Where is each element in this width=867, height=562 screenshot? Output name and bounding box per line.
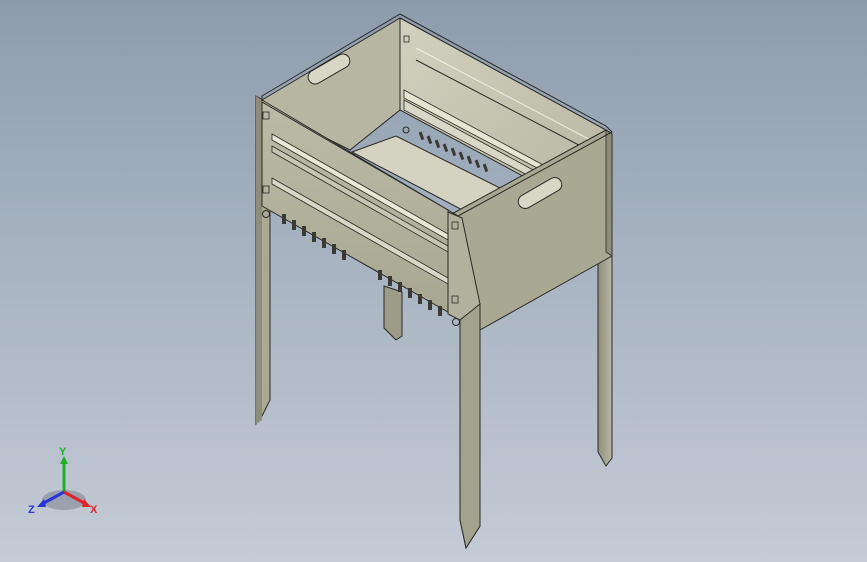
back-leg — [383, 285, 403, 341]
view-triad[interactable]: Y X Z — [28, 446, 104, 520]
brazier-model[interactable] — [0, 0, 867, 562]
leg-bolt — [452, 318, 460, 326]
y-axis-label: Y — [59, 446, 67, 458]
x-axis-label: X — [90, 504, 98, 516]
graphics-viewport[interactable]: Y X Z — [0, 0, 867, 562]
z-axis-label: Z — [28, 504, 35, 516]
